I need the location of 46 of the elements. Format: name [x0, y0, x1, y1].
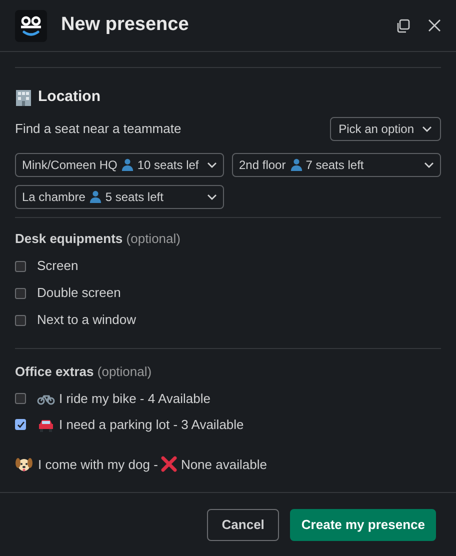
section-heading: Desk equipments: [15, 230, 123, 246]
chevron-down-icon: [424, 162, 434, 168]
chevron-down-icon: [422, 126, 432, 132]
checkbox[interactable]: [15, 393, 26, 404]
car-icon: [37, 418, 55, 432]
create-button[interactable]: Create my presence: [290, 508, 436, 540]
checkbox-label: Next to a window: [37, 311, 136, 330]
seats-left: 7 seats left: [306, 156, 364, 174]
location-name: La chambre: [22, 188, 86, 206]
person-icon: [290, 158, 303, 171]
section-title: Location: [38, 87, 100, 107]
option-label: I come with my dog -: [38, 456, 158, 474]
copy-icon[interactable]: [396, 18, 410, 32]
teammate-select[interactable]: Pick an option: [330, 116, 441, 140]
checkbox-label: Double screen: [37, 284, 121, 302]
bicycle-icon: [37, 392, 55, 404]
location-name: Mink/Comeen HQ: [22, 156, 118, 174]
seats-left: 10 seats lef: [137, 156, 199, 174]
office-building-icon: [15, 88, 32, 106]
location-select[interactable]: 2nd floor 7 seats left: [232, 152, 441, 176]
field-label: Find a seat near a teammate: [15, 120, 182, 138]
seats-left: 5 seats left: [105, 188, 164, 206]
cancel-button[interactable]: Cancel: [206, 508, 280, 540]
person-icon: [121, 158, 134, 171]
location-name: 2nd floor: [239, 156, 286, 174]
checkbox-label: Screen: [37, 257, 78, 276]
person-icon: [89, 190, 102, 203]
checkbox[interactable]: [15, 419, 26, 430]
cross-mark-icon: [160, 456, 177, 472]
checkbox[interactable]: [15, 288, 26, 298]
window-title: New presence: [61, 13, 189, 38]
checkbox-label: I ride my bike - 4 Available: [59, 390, 210, 408]
chevron-down-icon: [207, 194, 217, 200]
location-select[interactable]: Mink/Comeen HQ 10 seats lef: [15, 152, 224, 176]
checkbox-label: I need a parking lot - 3 Available: [59, 416, 244, 434]
checkbox[interactable]: [15, 314, 26, 326]
availability-status: None available: [180, 456, 267, 474]
optional-note: (optional): [126, 230, 180, 246]
location-select[interactable]: La chambre 5 seats left: [15, 184, 224, 208]
app-logo: [15, 10, 47, 42]
chevron-down-icon: [207, 162, 217, 168]
optional-note: (optional): [97, 364, 152, 379]
section-heading: Office extras: [15, 364, 94, 379]
close-icon[interactable]: [428, 19, 441, 32]
dog-face-icon: [15, 455, 33, 474]
checkbox[interactable]: [15, 260, 26, 272]
